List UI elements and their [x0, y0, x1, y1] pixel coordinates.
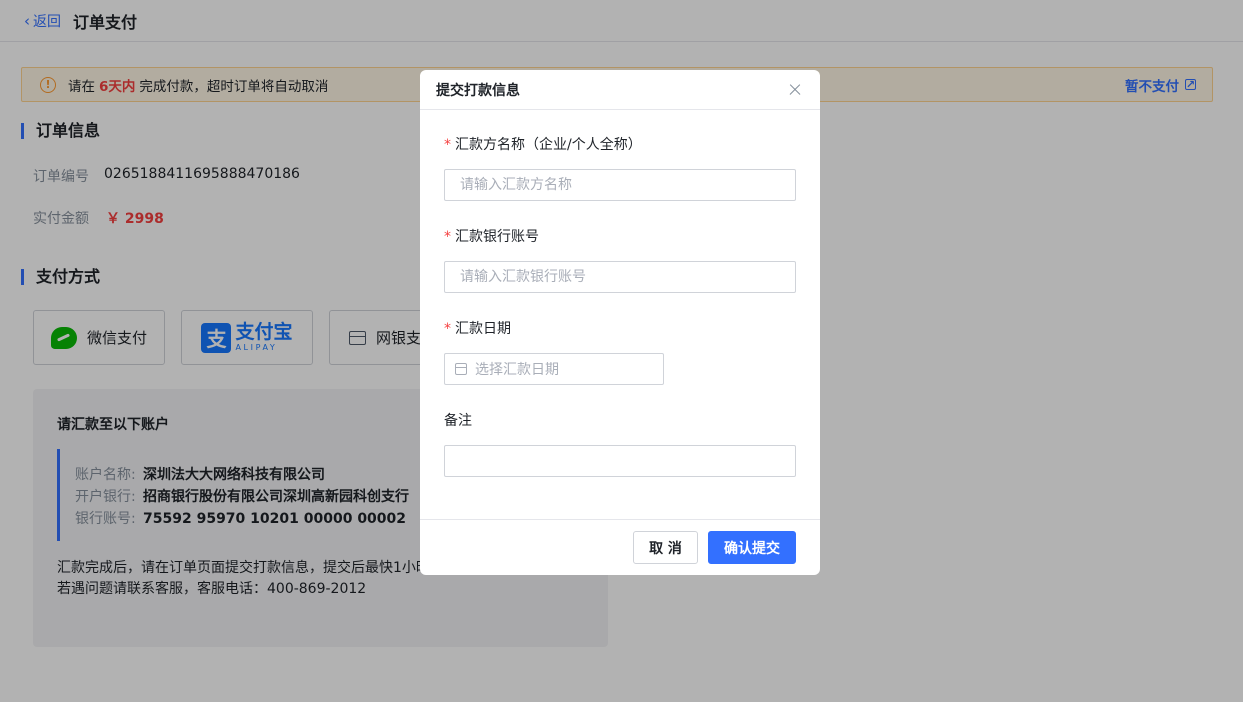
submit-payment-info-dialog: 提交打款信息 *汇款方名称（企业/个人全称） *汇款银行账号 *汇款日期 选择汇… [420, 70, 820, 575]
required-mark: * [444, 137, 451, 153]
required-mark: * [444, 229, 451, 245]
payer-name-label: * 汇款方名称（企业/个人全称） [444, 137, 642, 153]
remit-date-label: * 汇款日期 [444, 321, 511, 337]
date-placeholder: 选择汇款日期 [475, 362, 559, 378]
bank-account-input[interactable] [444, 261, 796, 293]
close-icon[interactable] [786, 81, 804, 99]
dialog-footer: 取 消 确认提交 [420, 519, 820, 575]
confirm-submit-button[interactable]: 确认提交 [708, 531, 796, 564]
remit-date-picker[interactable]: 选择汇款日期 [444, 353, 664, 385]
remark-label: 备注 [444, 413, 472, 429]
calendar-icon [455, 363, 467, 375]
remark-input[interactable] [444, 445, 796, 477]
payer-name-input[interactable] [444, 169, 796, 201]
required-mark: * [444, 321, 451, 337]
bank-account-label: * 汇款银行账号 [444, 229, 539, 245]
cancel-button[interactable]: 取 消 [633, 531, 698, 564]
dialog-title: 提交打款信息 [436, 82, 520, 99]
dialog-header: 提交打款信息 [420, 70, 820, 110]
